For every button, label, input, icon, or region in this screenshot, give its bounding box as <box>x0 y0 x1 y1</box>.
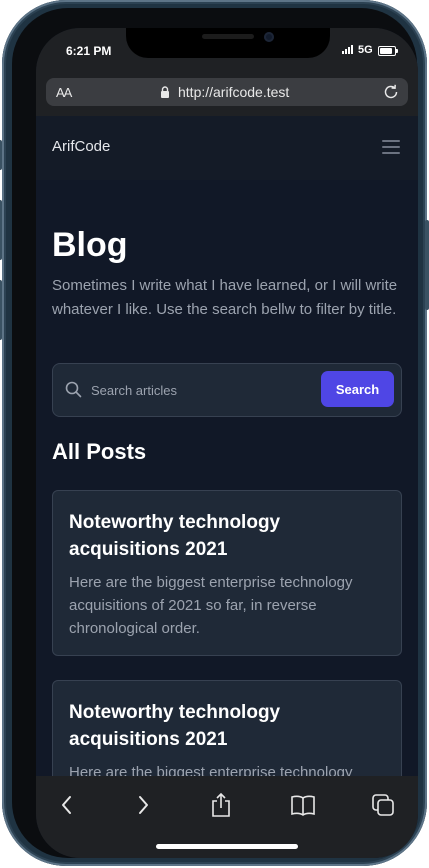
page-title: Blog <box>52 226 128 264</box>
side-button-volume-up <box>0 200 2 260</box>
post-excerpt: Here are the biggest enterprise technolo… <box>69 764 353 776</box>
search-button[interactable]: Search <box>321 371 394 407</box>
browser-address-area: AA http://arifcode.test <box>36 74 418 116</box>
post-title[interactable]: Noteworthy technology acquisitions 2021 <box>69 699 369 753</box>
status-bar: 6:21 PM 5G <box>36 28 418 74</box>
share-icon <box>212 792 230 817</box>
post-title[interactable]: Noteworthy technology acquisitions 2021 <box>69 509 369 563</box>
page-intro: Sometimes I write what I have learned, o… <box>52 277 398 318</box>
network-type: 5G <box>358 44 373 56</box>
side-button-power <box>425 220 429 310</box>
tabs-icon <box>372 794 394 816</box>
side-button-volume-down <box>0 280 2 340</box>
phone-screen: 6:21 PM 5G AA http://arifcode.test ArifC… <box>36 28 418 858</box>
signal-icon <box>342 44 353 54</box>
search-input[interactable] <box>91 377 311 403</box>
share-button[interactable] <box>206 790 236 820</box>
home-indicator <box>156 844 298 849</box>
phone-bezel: 6:21 PM 5G AA http://arifcode.test ArifC… <box>12 8 418 858</box>
forward-icon <box>139 796 148 814</box>
status-time: 6:21 PM <box>66 44 112 58</box>
bookmarks-icon <box>291 795 315 816</box>
phone-frame: 6:21 PM 5G AA http://arifcode.test ArifC… <box>0 0 429 866</box>
forward-button[interactable] <box>128 790 158 820</box>
post-card[interactable]: Noteworthy technology acquisitions 2021 … <box>52 680 402 776</box>
front-camera <box>264 32 274 42</box>
search-icon <box>65 381 82 398</box>
menu-icon[interactable] <box>382 140 400 154</box>
tabs-button[interactable] <box>368 790 398 820</box>
notch <box>126 28 330 58</box>
post-card[interactable]: Noteworthy technology acquisitions 2021 … <box>52 490 402 656</box>
lock-icon <box>161 86 169 98</box>
site-brand[interactable]: ArifCode <box>52 138 110 155</box>
web-content: ArifCode Blog Sometimes I write what I h… <box>36 116 418 776</box>
back-icon <box>62 796 71 814</box>
text-size-button[interactable]: AA <box>56 85 72 100</box>
battery-icon <box>378 46 398 56</box>
site-navbar: ArifCode <box>36 116 418 180</box>
address-bar[interactable]: AA http://arifcode.test <box>46 78 408 106</box>
url-text[interactable]: http://arifcode.test <box>178 84 289 100</box>
speaker <box>202 34 254 39</box>
side-button-mute <box>0 140 2 170</box>
reload-icon[interactable] <box>382 83 400 101</box>
section-title: All Posts <box>52 439 147 464</box>
post-excerpt: Here are the biggest enterprise technolo… <box>69 574 353 637</box>
browser-toolbar <box>36 776 418 858</box>
back-button[interactable] <box>52 790 82 820</box>
bookmarks-button[interactable] <box>288 790 318 820</box>
search-form: Search <box>52 363 402 417</box>
